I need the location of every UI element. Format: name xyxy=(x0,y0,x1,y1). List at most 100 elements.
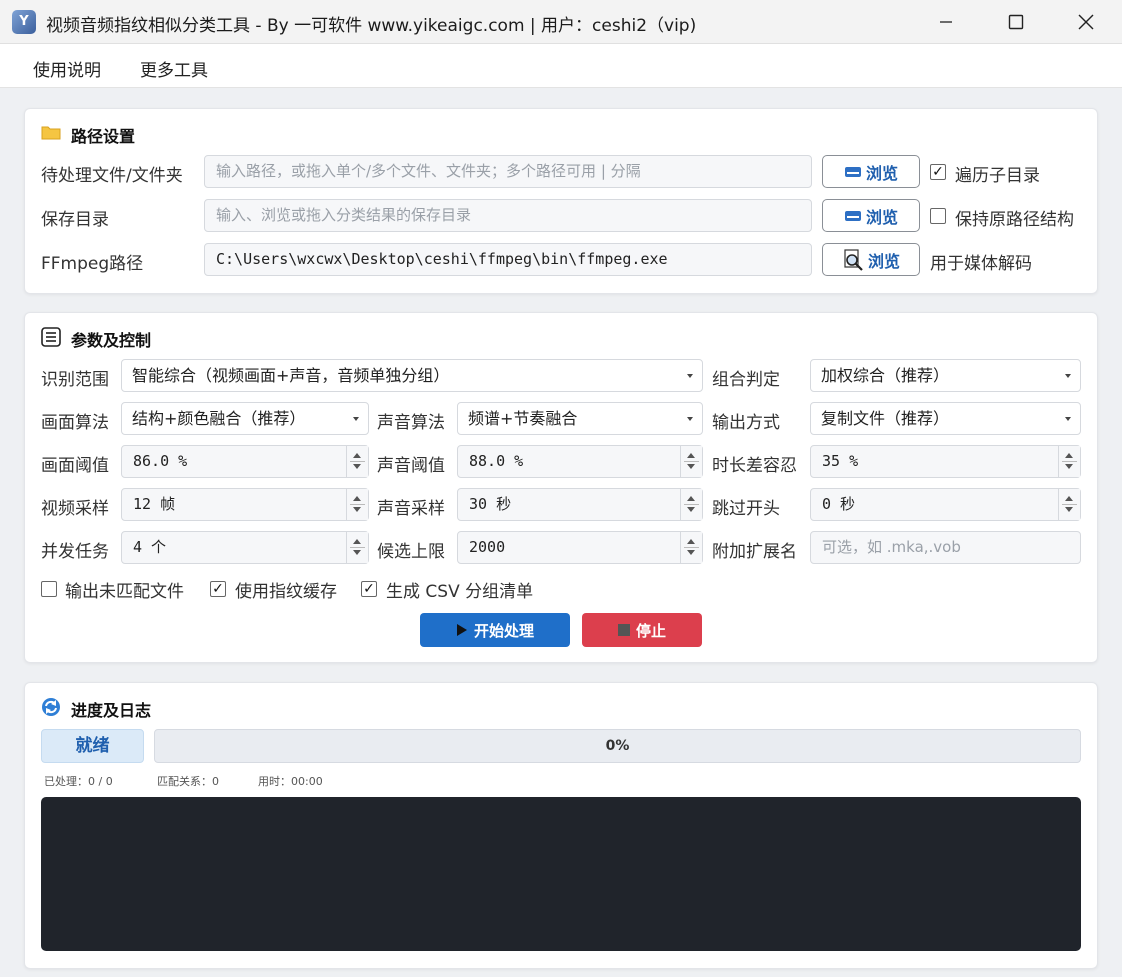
app-icon: Y xyxy=(12,10,36,34)
browse-output-label: 浏览 xyxy=(865,207,898,227)
skip-start-spinbox[interactable]: 0 秒 xyxy=(810,488,1081,521)
input-path-label: 待处理文件/文件夹 xyxy=(41,166,183,186)
browse-input-button[interactable]: 浏览 xyxy=(822,155,920,188)
stepper-icon[interactable] xyxy=(680,446,702,477)
menu-usage[interactable]: 使用说明 xyxy=(33,56,101,81)
stepper-icon[interactable] xyxy=(346,446,368,477)
list-icon xyxy=(41,327,61,347)
audio-threshold-spinbox[interactable]: 88.0 % xyxy=(457,445,703,478)
duration-tol-label: 时长差容忍 xyxy=(712,456,797,476)
audio-sample-value: 30 秒 xyxy=(469,495,512,513)
extra-ext-label: 附加扩展名 xyxy=(712,542,797,562)
menu-bar: 使用说明 更多工具 xyxy=(0,44,1122,88)
play-icon xyxy=(456,624,467,636)
combine-value: 加权综合（推荐） xyxy=(821,366,950,385)
stepper-icon[interactable] xyxy=(1058,446,1080,477)
stop-button[interactable]: 停止 xyxy=(582,613,702,647)
status-badge: 就绪 xyxy=(41,729,144,763)
skip-start-label: 跳过开头 xyxy=(712,499,780,519)
recurse-checkbox[interactable]: ✓ xyxy=(930,164,946,180)
unmatched-checkbox[interactable] xyxy=(41,581,57,597)
chevron-down-icon xyxy=(353,417,359,421)
image-algo-select[interactable]: 结构+颜色融合（推荐） xyxy=(121,402,369,435)
progress-bar: 0% xyxy=(154,729,1081,763)
refresh-icon xyxy=(42,698,60,716)
audio-sample-label: 声音采样 xyxy=(377,499,445,519)
input-path-field[interactable]: 输入路径，或拖入单个/多个文件、文件夹；多个路径可用 | 分隔 xyxy=(204,155,812,188)
log-output[interactable] xyxy=(41,797,1081,951)
scope-value: 智能综合（视频画面+声音，音频单独分组） xyxy=(132,366,450,385)
browse-output-button[interactable]: 浏览 xyxy=(822,199,920,232)
browse-ffmpeg-button[interactable]: 浏览 xyxy=(822,243,920,276)
video-sample-label: 视频采样 xyxy=(41,499,109,519)
image-threshold-label: 画面阈值 xyxy=(41,456,109,476)
start-button[interactable]: 开始处理 xyxy=(420,613,570,647)
output-mode-select[interactable]: 复制文件（推荐） xyxy=(810,402,1081,435)
minimize-icon xyxy=(940,21,952,23)
csv-label: 生成 CSV 分组清单 xyxy=(386,582,534,602)
image-threshold-spinbox[interactable]: 86.0 % xyxy=(121,445,369,478)
concurrency-label: 并发任务 xyxy=(41,542,109,562)
elapsed-time: 用时：00:00 xyxy=(258,775,323,788)
candidate-limit-value: 2000 xyxy=(469,538,506,556)
stepper-icon[interactable] xyxy=(680,489,702,520)
audio-sample-spinbox[interactable]: 30 秒 xyxy=(457,488,703,521)
candidate-limit-spinbox[interactable]: 2000 xyxy=(457,531,703,564)
cache-checkbox[interactable]: ✓ xyxy=(210,581,226,597)
browse-ffmpeg-label: 浏览 xyxy=(867,251,900,271)
concurrency-value: 4 个 xyxy=(133,538,167,556)
maximize-button[interactable] xyxy=(981,0,1051,44)
combine-select[interactable]: 加权综合（推荐） xyxy=(810,359,1081,392)
extra-ext-field[interactable]: 可选，如 .mka,.vob xyxy=(810,531,1081,564)
scope-label: 识别范围 xyxy=(41,370,109,390)
image-algo-label: 画面算法 xyxy=(41,413,109,433)
ffmpeg-path-field[interactable]: C:\Users\wxcwx\Desktop\ceshi\ffmpeg\bin\… xyxy=(204,243,812,276)
stop-label: 停止 xyxy=(635,621,666,640)
ffmpeg-note: 用于媒体解码 xyxy=(930,254,1032,274)
menu-more-tools[interactable]: 更多工具 xyxy=(140,56,208,81)
output-mode-value: 复制文件（推荐） xyxy=(821,409,950,428)
unmatched-label: 输出未匹配文件 xyxy=(65,582,184,602)
audio-algo-value: 频谱+节奏融合 xyxy=(468,409,578,428)
candidate-limit-label: 候选上限 xyxy=(377,542,445,562)
progress-text: 0% xyxy=(605,738,630,754)
match-count: 匹配关系：0 xyxy=(157,775,219,788)
drive-icon xyxy=(844,210,861,221)
minimize-button[interactable] xyxy=(911,0,981,44)
params-title: 参数及控制 xyxy=(71,331,152,350)
audio-threshold-value: 88.0 % xyxy=(469,452,524,470)
stepper-icon[interactable] xyxy=(346,489,368,520)
window-title: 视频音频指纹相似分类工具 - By 一可软件 www.yikeaigc.com … xyxy=(46,16,697,36)
chevron-down-icon xyxy=(1065,374,1071,378)
file-search-icon xyxy=(844,248,863,271)
processed-count: 已处理：0 / 0 xyxy=(44,775,113,788)
output-path-label: 保存目录 xyxy=(41,210,109,230)
output-path-field[interactable]: 输入、浏览或拖入分类结果的保存目录 xyxy=(204,199,812,232)
close-icon xyxy=(1078,14,1094,30)
keep-structure-checkbox[interactable] xyxy=(930,208,946,224)
image-algo-value: 结构+颜色融合（推荐） xyxy=(132,409,306,428)
drive-icon xyxy=(844,166,861,177)
concurrency-spinbox[interactable]: 4 个 xyxy=(121,531,369,564)
progress-title: 进度及日志 xyxy=(71,701,152,720)
close-button[interactable] xyxy=(1051,0,1121,44)
stepper-icon[interactable] xyxy=(680,532,702,563)
stepper-icon[interactable] xyxy=(1058,489,1080,520)
csv-checkbox[interactable]: ✓ xyxy=(361,581,377,597)
maximize-icon xyxy=(1008,14,1024,30)
path-settings-title: 路径设置 xyxy=(71,127,136,146)
cache-label: 使用指纹缓存 xyxy=(235,582,337,602)
audio-algo-label: 声音算法 xyxy=(377,413,445,433)
scope-select[interactable]: 智能综合（视频画面+声音，音频单独分组） xyxy=(121,359,703,392)
folder-icon xyxy=(41,126,61,140)
stepper-icon[interactable] xyxy=(346,532,368,563)
duration-tol-spinbox[interactable]: 35 % xyxy=(810,445,1081,478)
combine-label: 组合判定 xyxy=(712,370,780,390)
duration-tol-value: 35 % xyxy=(822,452,859,470)
video-sample-spinbox[interactable]: 12 帧 xyxy=(121,488,369,521)
chevron-down-icon xyxy=(687,374,693,378)
keep-structure-label: 保持原路径结构 xyxy=(955,210,1074,230)
audio-algo-select[interactable]: 频谱+节奏融合 xyxy=(457,402,703,435)
stop-icon xyxy=(617,624,630,636)
audio-threshold-label: 声音阈值 xyxy=(377,456,445,476)
